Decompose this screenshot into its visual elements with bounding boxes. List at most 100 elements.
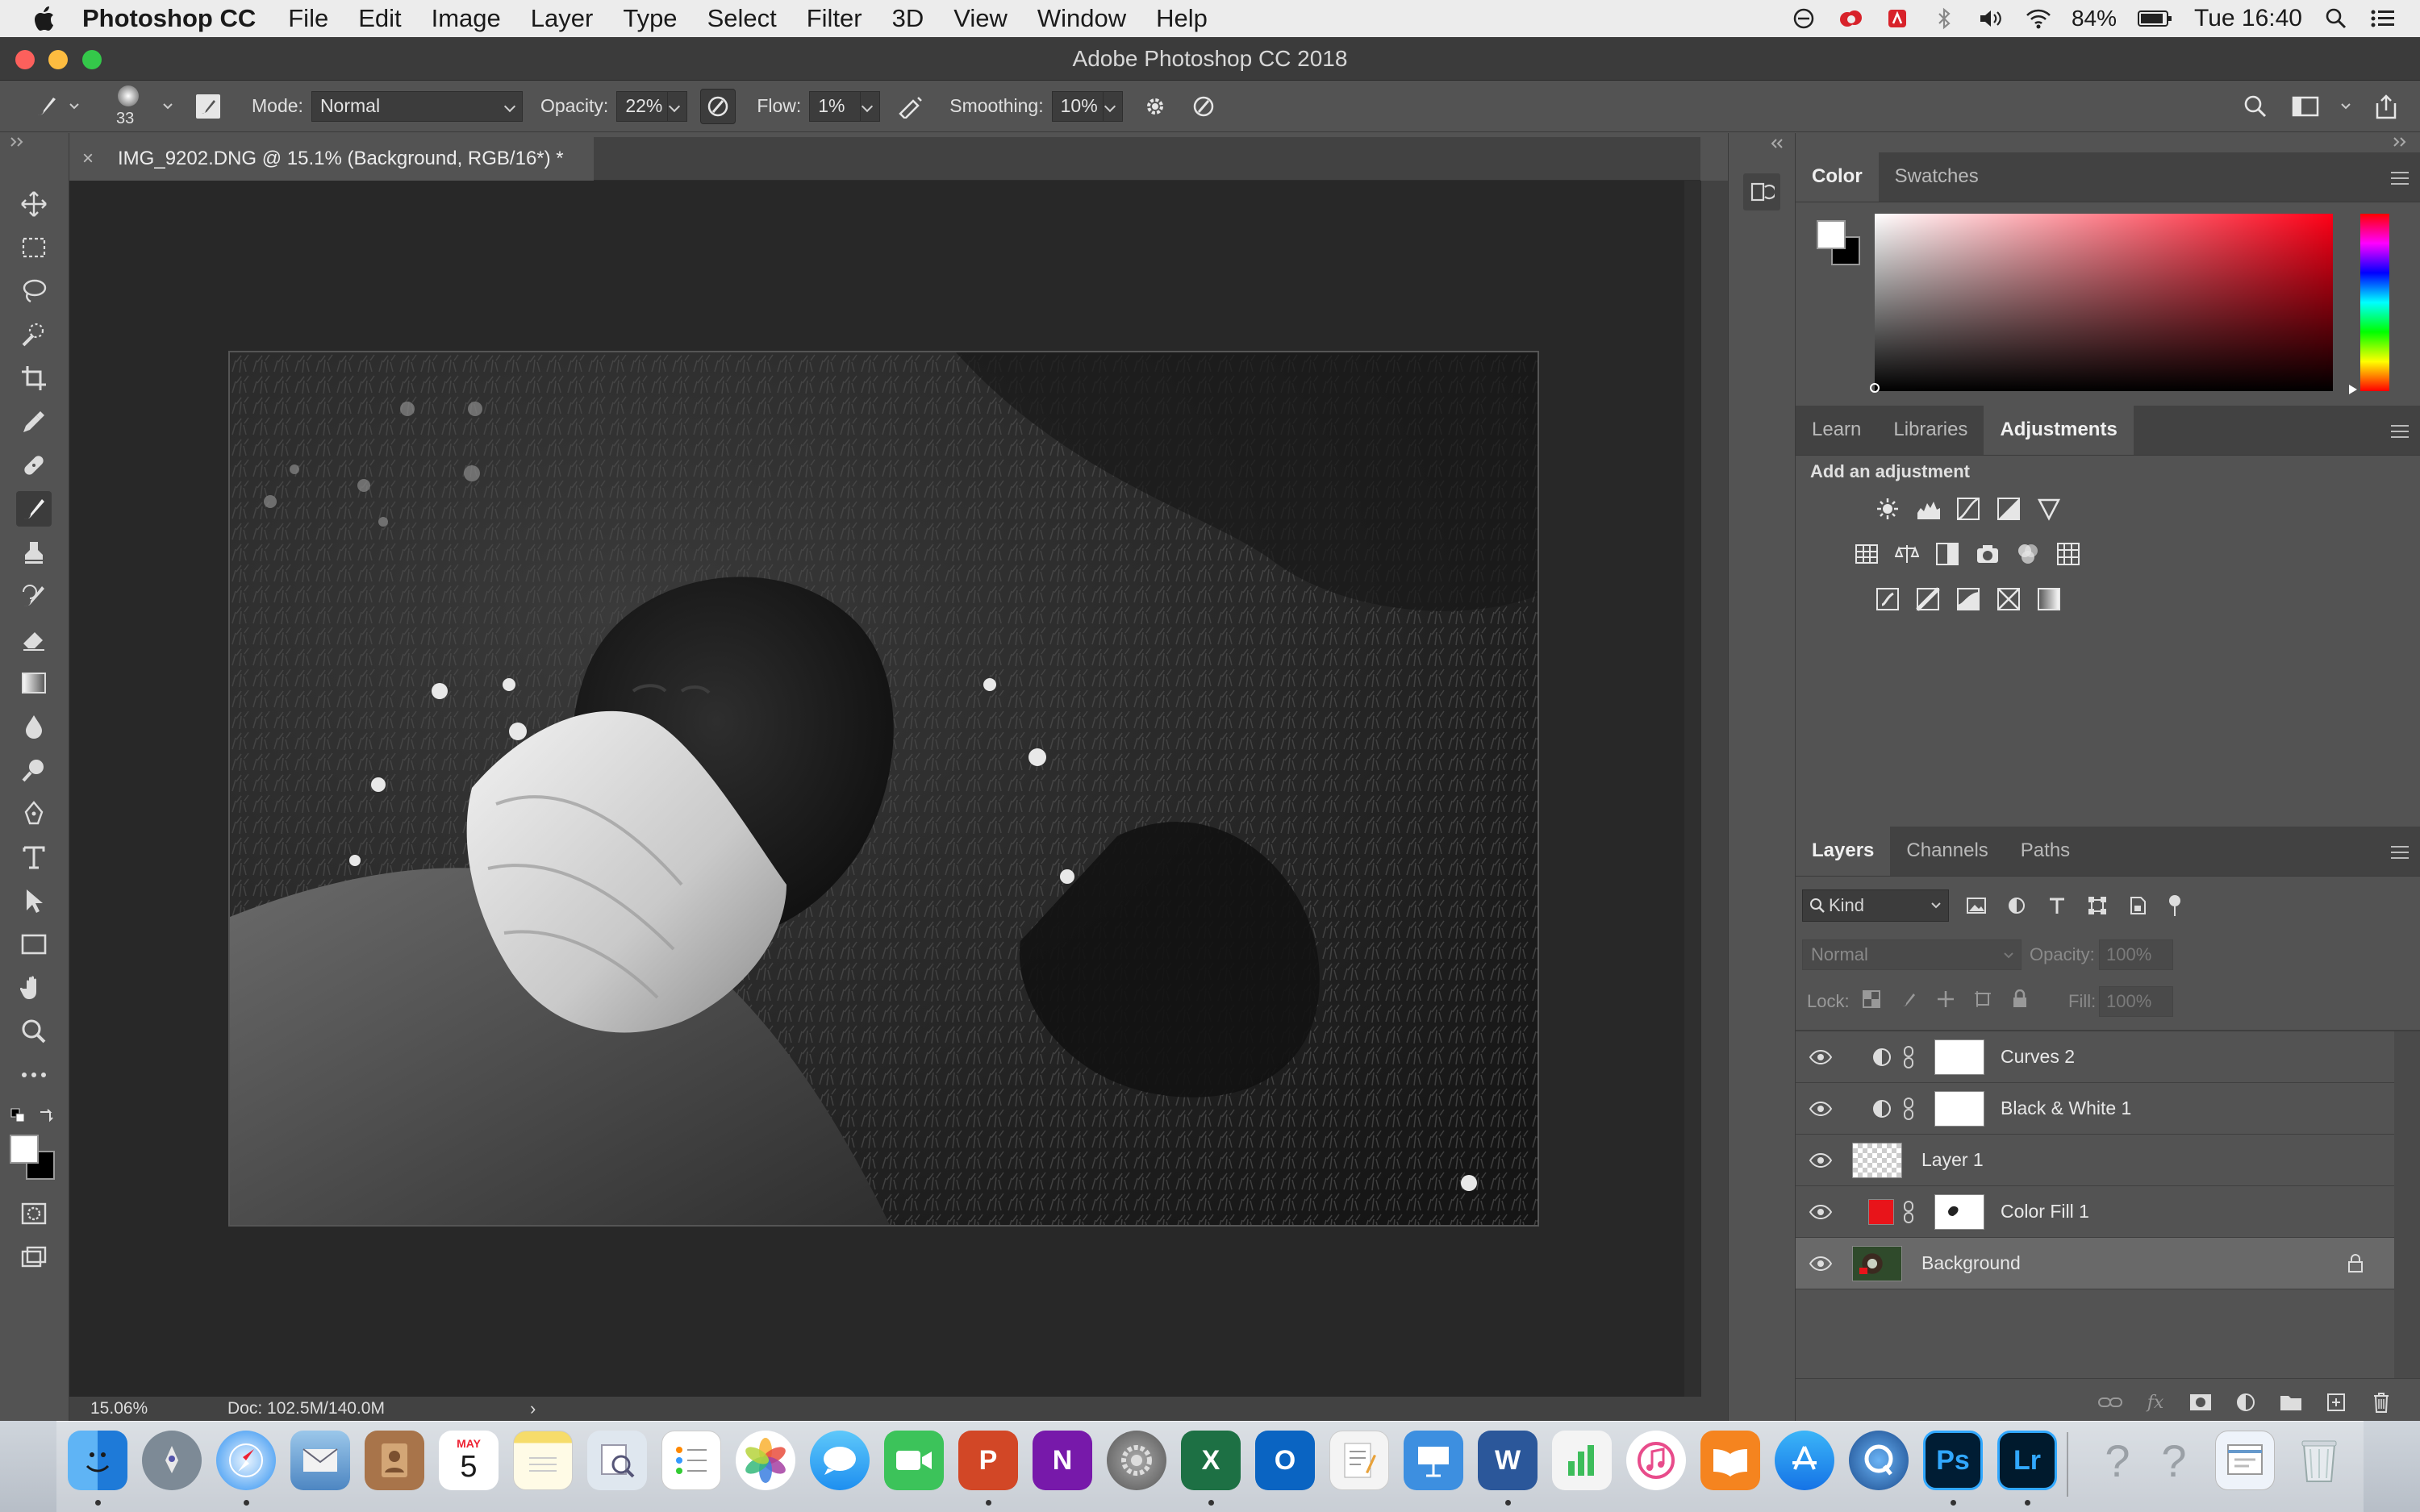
contacts-icon[interactable] bbox=[365, 1431, 424, 1490]
layer-row-color-fill-1[interactable]: Color Fill 1 bbox=[1796, 1186, 2394, 1238]
flow-field[interactable]: 1% bbox=[809, 90, 862, 122]
exposure-icon[interactable] bbox=[1994, 494, 2023, 523]
black-white-icon[interactable] bbox=[1933, 539, 1962, 569]
foreground-color-swatch[interactable] bbox=[10, 1135, 39, 1164]
delete-layer-trash-icon[interactable] bbox=[2367, 1389, 2396, 1416]
rectangular-marquee-tool-icon[interactable] bbox=[16, 230, 52, 265]
excel-icon[interactable]: X bbox=[1181, 1431, 1241, 1490]
color-balance-icon[interactable] bbox=[1892, 539, 1921, 569]
lock-icon[interactable] bbox=[2347, 1253, 2364, 1273]
tab-swatches[interactable]: Swatches bbox=[1879, 152, 1995, 202]
layer-thumbnail[interactable] bbox=[1852, 1245, 1902, 1281]
menu-file[interactable]: File bbox=[288, 4, 328, 33]
layer-name[interactable]: Layer 1 bbox=[1921, 1149, 1984, 1171]
sync-icon[interactable] bbox=[1791, 6, 1817, 31]
opacity-field[interactable]: 22% bbox=[616, 90, 669, 122]
color-panel-foreground-swatch[interactable] bbox=[1817, 220, 1846, 249]
blur-tool-icon[interactable] bbox=[16, 709, 52, 744]
trash-icon[interactable] bbox=[2289, 1431, 2349, 1490]
lock-image-pixels-icon[interactable] bbox=[1897, 988, 1920, 1010]
chevron-down-icon[interactable] bbox=[158, 89, 177, 124]
clone-stamp-tool-icon[interactable] bbox=[16, 535, 52, 570]
collapse-panels-icon[interactable] bbox=[2391, 136, 2409, 148]
tab-channels[interactable]: Channels bbox=[1890, 826, 2004, 876]
layer-row-background[interactable]: Background bbox=[1796, 1238, 2394, 1289]
visibility-eye-icon[interactable] bbox=[1809, 1256, 1833, 1272]
close-document-icon[interactable]: × bbox=[82, 148, 94, 170]
tab-libraries[interactable]: Libraries bbox=[1877, 405, 1984, 455]
brush-size-picker[interactable]: 33 bbox=[102, 81, 158, 132]
flow-slider-toggle[interactable] bbox=[861, 90, 881, 122]
photoshop-icon[interactable]: Ps bbox=[1923, 1431, 1983, 1490]
more-tools-icon[interactable] bbox=[16, 1057, 52, 1093]
new-layer-icon[interactable] bbox=[2322, 1389, 2351, 1416]
layer-row-layer-1[interactable]: Layer 1 bbox=[1796, 1135, 2394, 1186]
shape-layer-filter-icon[interactable] bbox=[2084, 893, 2110, 918]
mode-select[interactable]: Normal bbox=[311, 90, 523, 122]
lightroom-icon[interactable]: Lr bbox=[1997, 1431, 2057, 1490]
ibooks-icon[interactable] bbox=[1700, 1431, 1760, 1490]
quicktime-icon[interactable] bbox=[1849, 1431, 1909, 1490]
invert-icon[interactable] bbox=[1873, 585, 1902, 614]
minimize-window-button[interactable] bbox=[48, 50, 68, 69]
calendar-icon[interactable]: MAY 5 bbox=[439, 1431, 499, 1490]
facetime-icon[interactable] bbox=[884, 1431, 944, 1490]
chain-link-icon[interactable] bbox=[1902, 1097, 1915, 1121]
menu-select[interactable]: Select bbox=[707, 4, 777, 33]
keynote-icon[interactable] bbox=[1404, 1431, 1463, 1490]
menu-view[interactable]: View bbox=[953, 4, 1008, 33]
layer-filter-kind-select[interactable]: Kind bbox=[1802, 889, 1949, 922]
help-icon[interactable]: ? bbox=[2144, 1431, 2204, 1490]
document-tab[interactable]: × IMG_9202.DNG @ 15.1% (Background, RGB/… bbox=[69, 137, 594, 181]
chain-link-icon[interactable] bbox=[1902, 1045, 1915, 1069]
hue-saturation-icon[interactable] bbox=[1852, 539, 1881, 569]
collapse-dock-icon[interactable] bbox=[1769, 138, 1785, 149]
curves-icon[interactable] bbox=[1954, 494, 1983, 523]
path-selection-tool-icon[interactable] bbox=[16, 883, 52, 918]
gear-icon[interactable] bbox=[1137, 89, 1173, 124]
quick-selection-tool-icon[interactable] bbox=[16, 317, 52, 352]
color-field[interactable] bbox=[1870, 214, 2333, 393]
crop-tool-icon[interactable] bbox=[16, 360, 52, 396]
menu-window[interactable]: Window bbox=[1037, 4, 1126, 33]
lock-position-icon[interactable] bbox=[1934, 988, 1957, 1010]
menu-edit[interactable]: Edit bbox=[358, 4, 401, 33]
airbrush-icon[interactable] bbox=[893, 89, 928, 124]
gradient-tool-icon[interactable] bbox=[16, 665, 52, 701]
tab-adjustments[interactable]: Adjustments bbox=[1984, 405, 2134, 455]
lasso-tool-icon[interactable] bbox=[16, 273, 52, 309]
tab-paths[interactable]: Paths bbox=[2005, 826, 2086, 876]
chevron-down-icon[interactable] bbox=[65, 89, 84, 124]
messages-icon[interactable] bbox=[810, 1431, 870, 1490]
layer-thumbnail[interactable] bbox=[1852, 1142, 1902, 1178]
collapse-panel-icon[interactable] bbox=[8, 136, 26, 148]
battery-icon[interactable] bbox=[2138, 6, 2173, 31]
powerpoint-icon[interactable]: P bbox=[958, 1431, 1018, 1490]
menu-filter[interactable]: Filter bbox=[807, 4, 862, 33]
volume-icon[interactable] bbox=[1978, 6, 2004, 31]
smoothing-field[interactable]: 10% bbox=[1051, 90, 1104, 122]
bluetooth-icon[interactable] bbox=[1931, 6, 1957, 31]
fill-field[interactable]: 100% bbox=[2099, 986, 2173, 1017]
help-icon[interactable]: ? bbox=[2088, 1431, 2147, 1490]
new-adjustment-layer-icon[interactable] bbox=[2231, 1389, 2260, 1416]
eyedropper-tool-icon[interactable] bbox=[16, 404, 52, 439]
photos-icon[interactable] bbox=[736, 1431, 795, 1490]
move-tool-icon[interactable] bbox=[16, 186, 52, 222]
tab-color[interactable]: Color bbox=[1796, 152, 1879, 202]
zoom-tool-icon[interactable] bbox=[16, 1014, 52, 1049]
close-window-button[interactable] bbox=[15, 50, 35, 69]
channel-mixer-icon[interactable] bbox=[2013, 539, 2042, 569]
color-picker-marker[interactable] bbox=[1870, 383, 1880, 393]
layer-row-black-white-1[interactable]: Black & White 1 bbox=[1796, 1083, 2394, 1135]
vertical-scrollbar[interactable] bbox=[1700, 181, 1728, 1397]
layer-mask-thumbnail[interactable] bbox=[1934, 1039, 1984, 1075]
layer-blend-mode-select[interactable]: Normal bbox=[1802, 939, 2022, 970]
layer-name[interactable]: Black & White 1 bbox=[2001, 1098, 2131, 1119]
creative-cloud-icon[interactable] bbox=[1838, 6, 1863, 31]
word-icon[interactable]: W bbox=[1478, 1431, 1538, 1490]
visibility-eye-icon[interactable] bbox=[1809, 1049, 1833, 1065]
app-menu[interactable]: Photoshop CC bbox=[82, 4, 256, 33]
zoom-level[interactable]: 15.06% bbox=[90, 1399, 195, 1418]
photo-filter-icon[interactable] bbox=[1973, 539, 2002, 569]
